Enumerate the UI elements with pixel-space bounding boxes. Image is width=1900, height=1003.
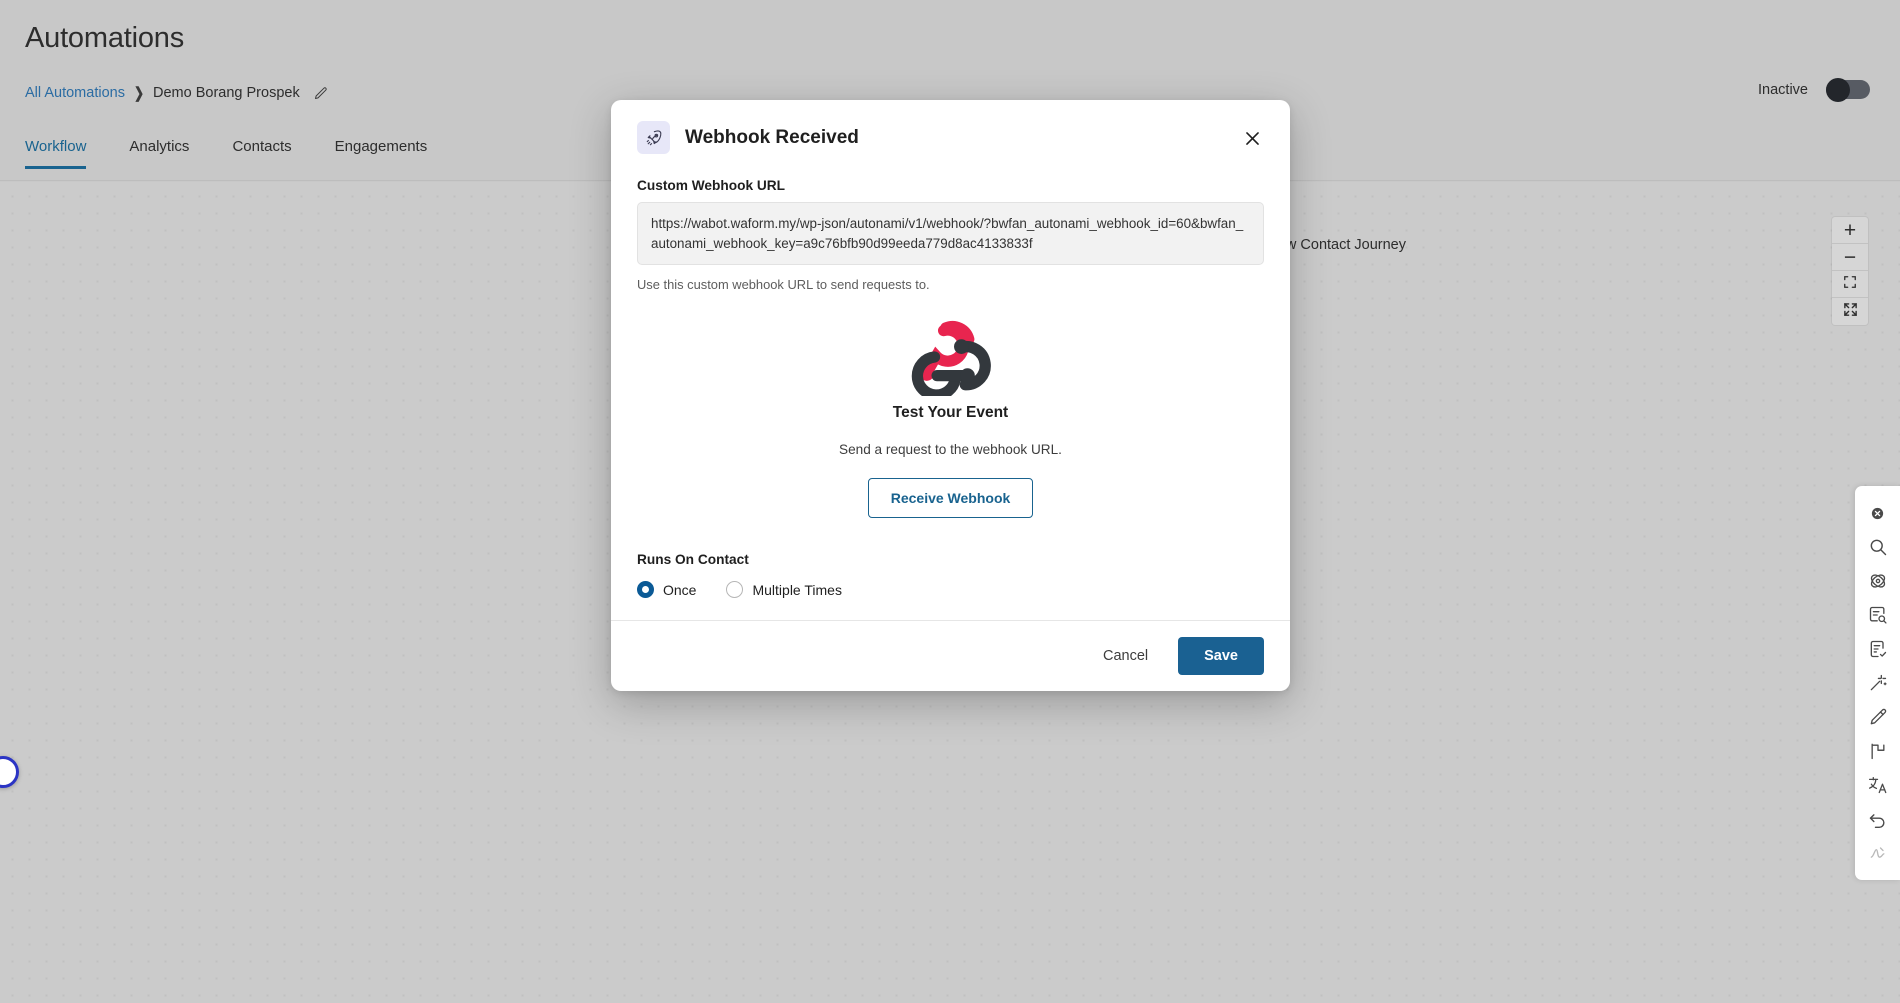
rocket-icon [637,121,670,154]
automations-app: View Contact Journey + − Automations All… [0,0,1900,1003]
custom-webhook-url-value[interactable]: https://wabot.waform.my/wp-json/autonami… [637,202,1264,266]
dialog-header: Webhook Received [611,100,1290,160]
dialog-footer: Cancel Save [611,620,1290,691]
runs-on-contact-options: Once Multiple Times [637,581,1264,599]
custom-webhook-url-helper: Use this custom webhook URL to send requ… [637,277,930,293]
test-event-subtitle: Send a request to the webhook URL. [839,442,1062,458]
radio-once-mark [637,581,654,599]
dialog-body: Custom Webhook URL https://wabot.waform.… [611,160,1290,620]
radio-once-label: Once [663,581,697,598]
radio-multiple-times-mark [726,581,744,599]
save-button[interactable]: Save [1178,637,1264,676]
custom-webhook-url-label: Custom Webhook URL [637,178,786,193]
radio-once[interactable]: Once [637,581,697,599]
cancel-button[interactable]: Cancel [1085,638,1166,674]
runs-on-contact-section: Runs On Contact Once Multiple Times [637,552,1264,599]
dialog-title: Webhook Received [685,126,859,148]
test-event-block: Test Your Event Send a request to the we… [637,318,1264,519]
radio-multiple-times[interactable]: Multiple Times [726,581,842,599]
test-event-title: Test Your Event [892,404,1009,422]
close-icon[interactable] [1238,124,1266,152]
runs-on-contact-label: Runs On Contact [637,552,749,568]
webhook-received-dialog: Webhook Received Custom Webhook URL http… [611,100,1290,692]
receive-webhook-button[interactable]: Receive Webhook [867,478,1034,519]
radio-multiple-times-label: Multiple Times [752,581,842,598]
webhook-logo [907,318,995,402]
